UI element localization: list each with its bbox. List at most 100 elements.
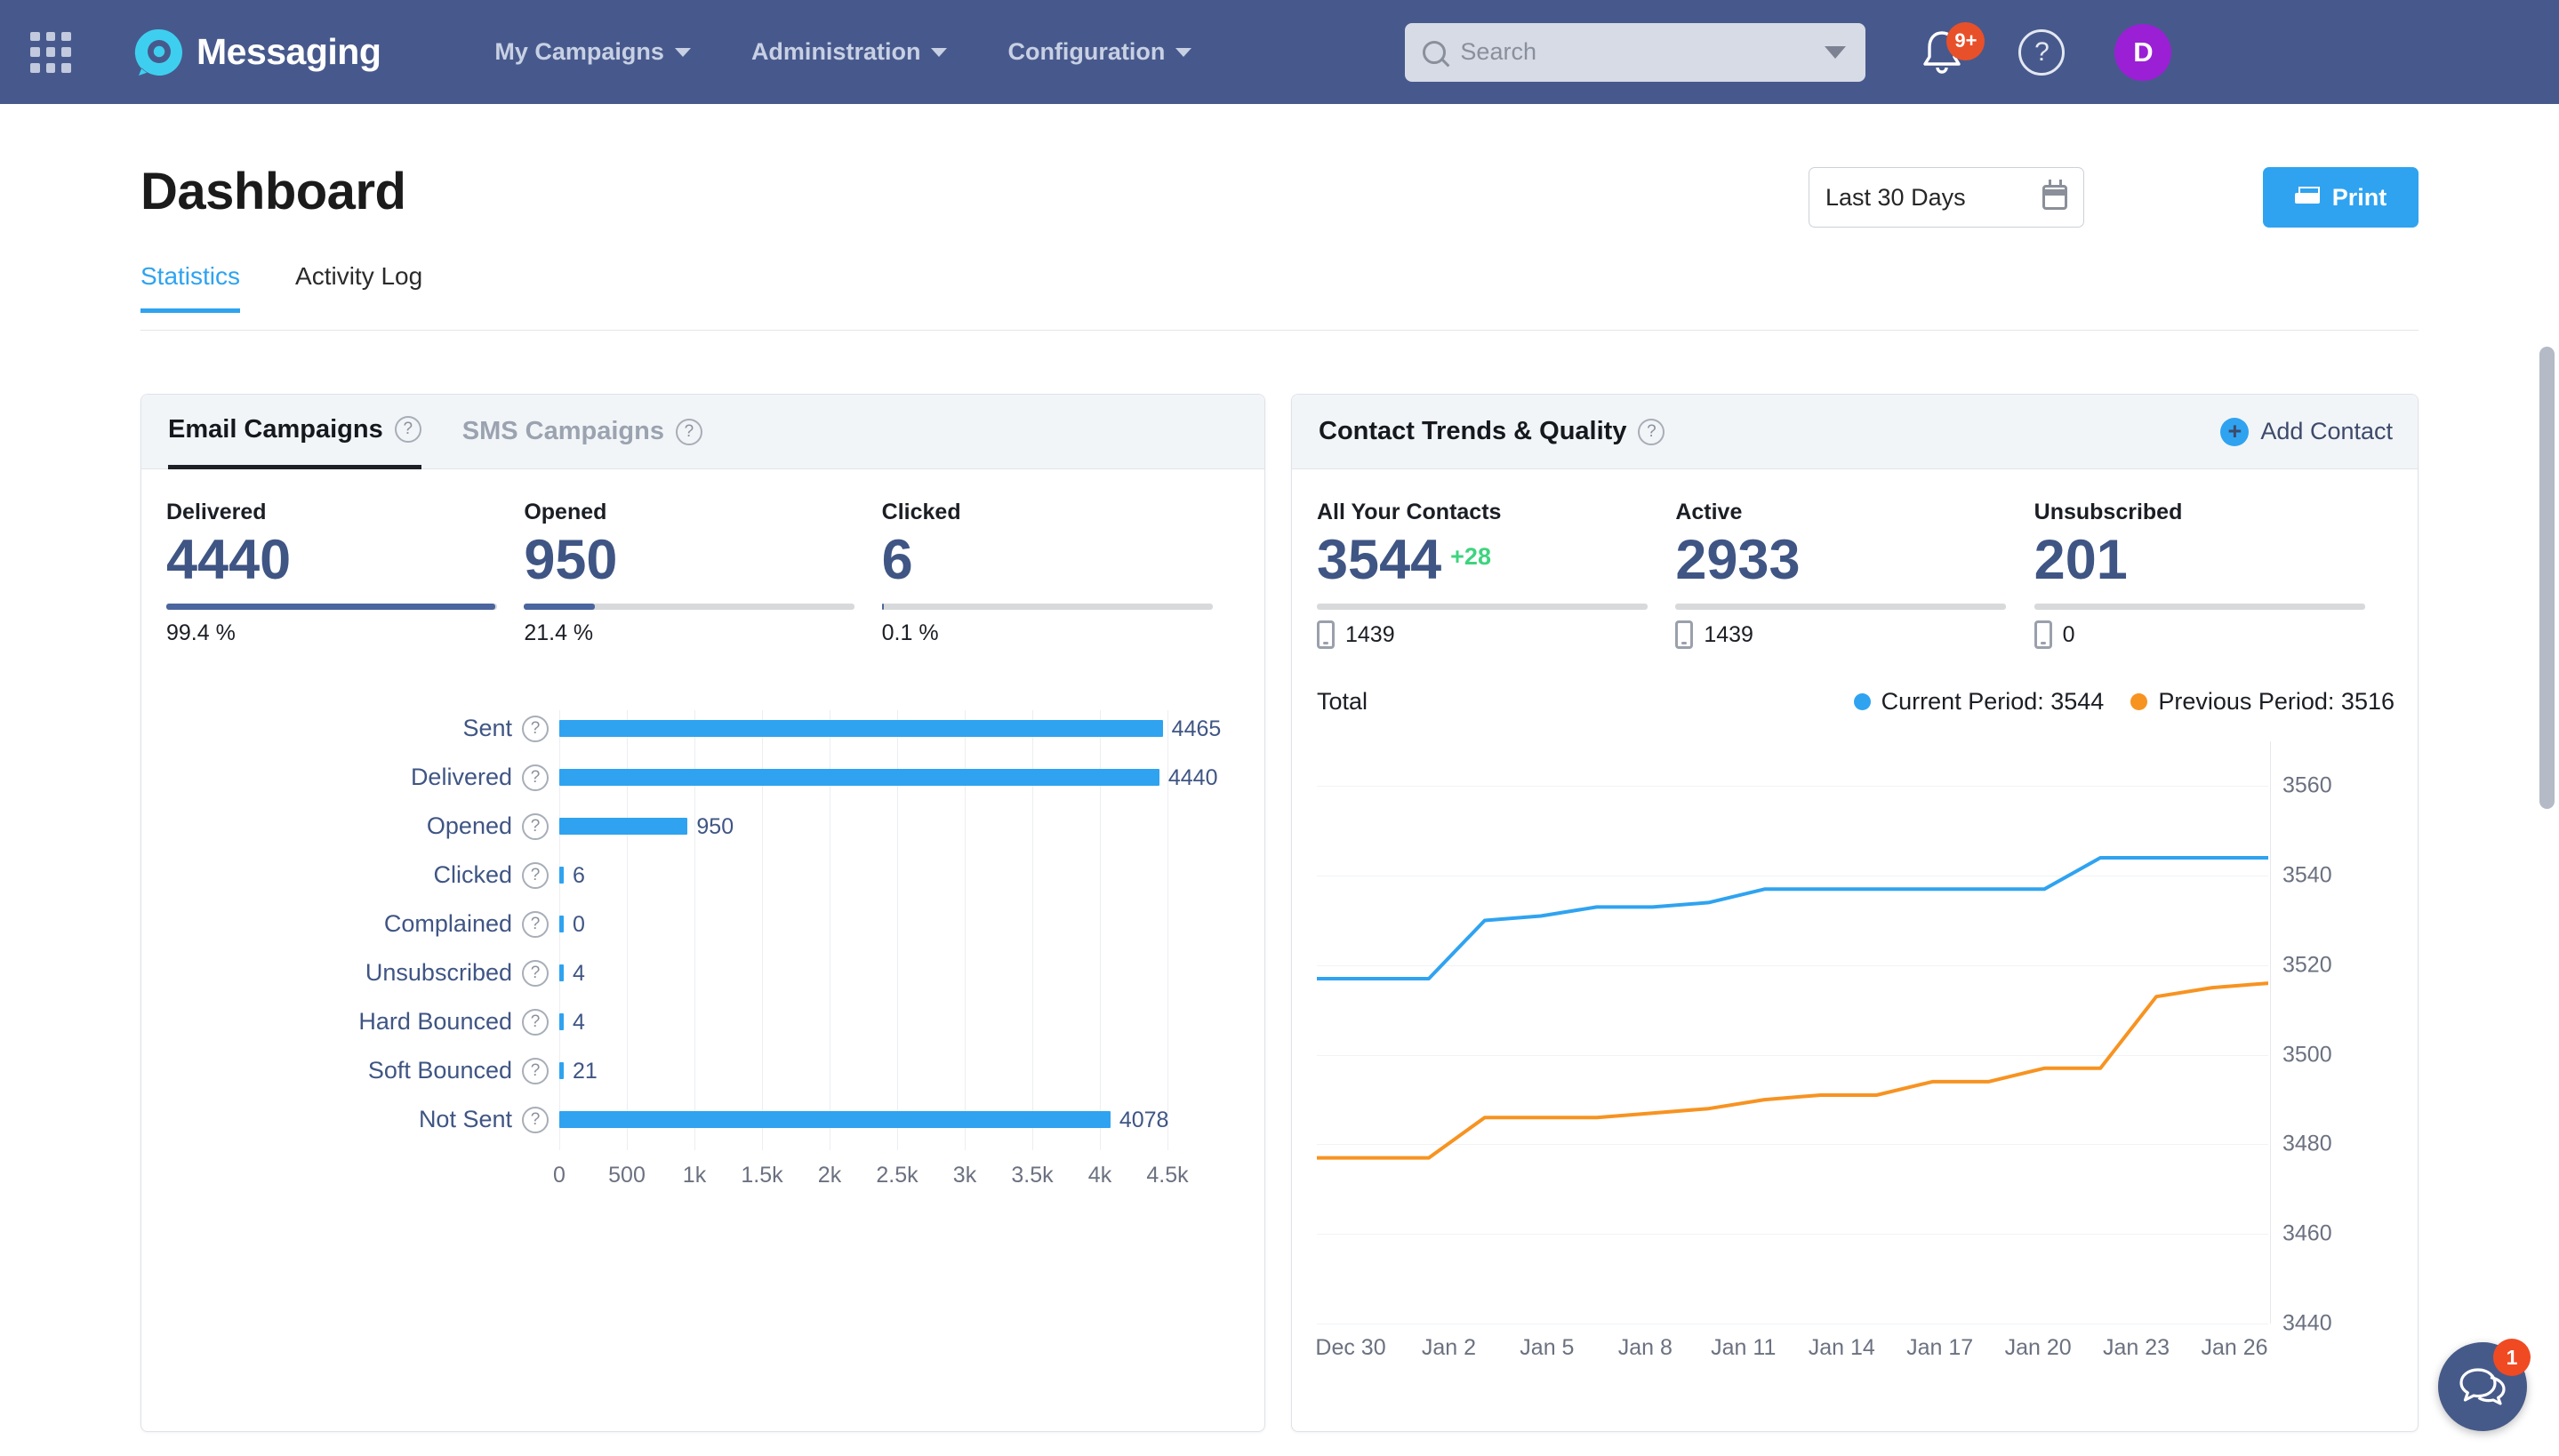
kpi-opened-value: 950 [524,529,618,591]
help-icon[interactable]: ? [522,715,549,742]
print-button[interactable]: Print [2263,167,2419,228]
help-icon[interactable]: ? [522,1008,549,1036]
kpi-all-contacts-delta: +28 [1450,543,1491,570]
bar-fill[interactable] [559,964,564,981]
kpi-delivered-track [166,604,497,611]
bar-chart-row: Unsubscribed? 4 [141,955,1264,991]
bar-track: 6 [559,857,1264,893]
mobile-icon [1675,620,1694,650]
bar-value-label: 950 [696,814,734,839]
email-kpi-row: Delivered 4440 99.4 % Opened 950 21.4 % … [141,469,1264,646]
line-chart-x-tick: Jan 5 [1520,1335,1575,1360]
chat-widget-button[interactable]: 1 [2438,1339,2531,1431]
date-range-value: Last 30 Days [1825,183,1966,211]
chevron-down-icon [674,47,691,57]
help-circle-icon[interactable]: ? [2018,28,2066,76]
tabs-divider [140,330,2419,331]
legend-previous-label: Previous Period: 3516 [2158,687,2395,715]
panel-tab-sms-campaigns-label: SMS Campaigns [461,417,664,445]
bar-fill[interactable] [559,1062,564,1079]
bar-chart-x-tick: 4.5k [1146,1163,1189,1188]
help-icon[interactable]: ? [522,764,549,791]
tab-activity-log[interactable]: Activity Log [295,262,422,313]
line-chart-axis-divider [2270,741,2271,1324]
help-icon[interactable]: ? [522,910,549,938]
avatar[interactable]: D [2114,23,2172,81]
add-contact-button[interactable]: + Add Contact [2220,417,2393,446]
kpi-unsubscribed-label: Unsubscribed [2034,500,2183,524]
tab-statistics[interactable]: Statistics [140,262,241,313]
bar-row-label: Delivered [410,764,512,790]
bar-row-label: Opened [426,812,512,839]
kpi-delivered-percent: 99.4 % [166,620,236,646]
grid-apps-icon[interactable] [30,31,71,73]
kpi-all-contacts: All Your Contacts 3544 +28 1439 [1317,500,1675,650]
contacts-kpi-row: All Your Contacts 3544 +28 1439 Active 29… [1292,469,2418,650]
legend-current-period[interactable]: Current Period: 3544 [1853,688,2104,716]
messaging-logo-icon [133,27,185,78]
bar-fill[interactable] [559,1111,1111,1128]
bar-value-label: 4 [573,961,585,986]
search-input[interactable]: Search [1405,22,1866,82]
nav-configuration[interactable]: Configuration [1007,38,1192,66]
bar-fill[interactable] [559,916,564,932]
bar-value-label: 4465 [1171,716,1222,741]
bar-track: 0 [559,906,1264,942]
bar-track: 4 [559,955,1264,991]
line-chart-plot-area [1317,741,2268,1324]
help-icon[interactable]: ? [394,416,421,443]
bar-fill[interactable] [559,769,1159,786]
bar-chart-x-tick: 2k [817,1163,842,1188]
nav-administration[interactable]: Administration [751,38,948,66]
email-panel-header: Email Campaigns ? SMS Campaigns ? [141,395,1264,469]
kpi-clicked-value: 6 [881,529,913,591]
bar-row-label-cell: Hard Bounced? [141,1008,559,1036]
calendar-icon [2042,180,2067,210]
kpi-clicked: Clicked 6 0.1 % [881,500,1239,646]
line-chart-x-tick: Jan 8 [1617,1335,1673,1360]
help-icon[interactable]: ? [522,812,549,840]
line-chart-x-tick: Jan 14 [1808,1335,1875,1360]
line-chart-y-tick: 3520 [2282,952,2332,978]
kpi-clicked-label: Clicked [881,500,961,524]
bar-chart-x-tick: 500 [608,1163,646,1188]
bar-track: 4 [559,1004,1264,1040]
panel-tab-email-campaigns[interactable]: Email Campaigns ? [168,395,421,469]
help-icon[interactable]: ? [675,418,702,445]
date-range-selector[interactable]: Last 30 Days [1809,167,2084,228]
bar-fill[interactable] [559,867,564,884]
help-icon[interactable]: ? [1638,418,1665,445]
kpi-active: Active 2933 1439 [1675,500,2034,650]
search-dropdown-caret-icon[interactable] [1825,45,1847,59]
bar-chart-row: Soft Bounced? 21 [141,1052,1264,1089]
bar-fill[interactable] [559,720,1163,737]
bar-fill[interactable] [559,1013,564,1030]
line-chart-y-tick: 3540 [2282,862,2332,888]
kpi-unsubscribed-mobile: 0 [2034,620,2393,650]
page-scrollbar[interactable] [2539,347,2555,809]
help-icon[interactable]: ? [522,1106,549,1133]
line-chart-x-tick: Jan 2 [1421,1335,1477,1360]
line-chart-x-tick: Jan 23 [2103,1335,2170,1360]
line-chart-y-tick: 3480 [2282,1131,2332,1156]
bar-row-label-cell: Not Sent? [141,1106,559,1133]
notifications-button[interactable]: 9+ [1919,21,1985,77]
printer-icon [2294,187,2320,208]
panel-tab-email-campaigns-label: Email Campaigns [168,414,383,444]
help-icon[interactable]: ? [522,959,549,987]
bar-fill[interactable] [559,818,688,835]
legend-previous-dot-icon [2130,692,2148,710]
nav-my-campaigns[interactable]: My Campaigns [494,38,691,66]
legend-previous-period[interactable]: Previous Period: 3516 [2130,688,2395,716]
brand-logo[interactable]: Messaging [133,27,381,78]
bar-row-label: Not Sent [418,1106,512,1132]
help-icon[interactable]: ? [522,1057,549,1084]
panel-tab-sms-campaigns[interactable]: SMS Campaigns ? [462,395,702,469]
kpi-active-value: 2933 [1675,529,1801,591]
line-series-previous-period [1317,981,2268,1160]
bar-row-label-cell: Sent? [141,715,559,742]
notifications-badge: 9+ [1946,21,1985,60]
help-icon[interactable]: ? [522,861,549,889]
line-chart-x-tick: Dec 30 [1315,1335,1386,1360]
kpi-delivered-label: Delivered [166,500,267,524]
